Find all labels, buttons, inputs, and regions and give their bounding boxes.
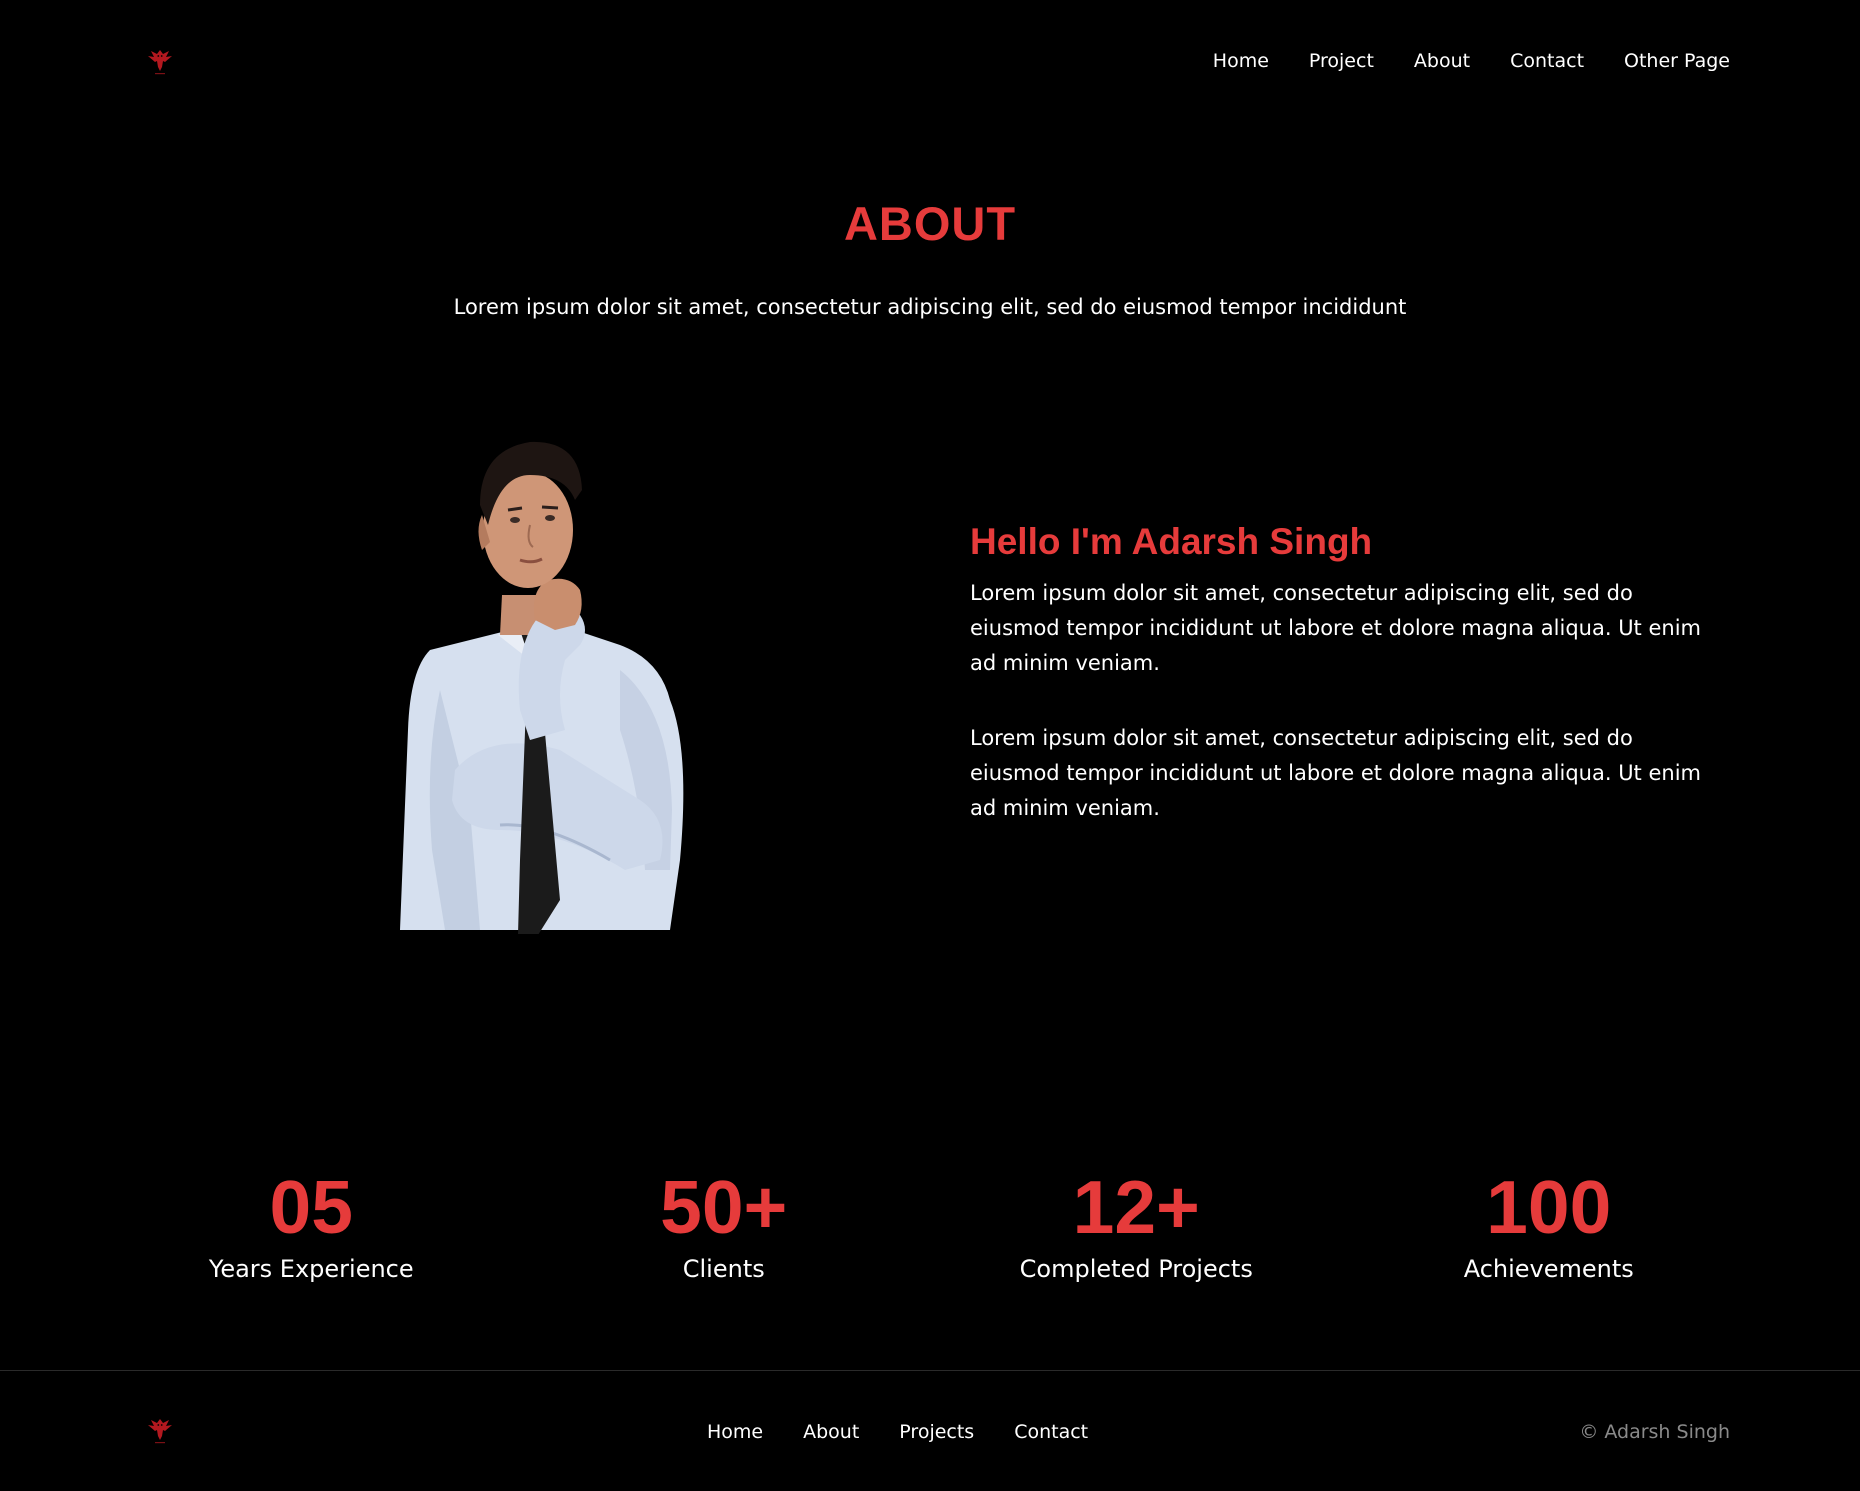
about-subtitle: Lorem ipsum dolor sit amet, consectetur … (453, 295, 1407, 319)
stat-label: Years Experience (208, 1255, 414, 1283)
copyright-text: © Adarsh Singh (1579, 1421, 1730, 1443)
nav-contact[interactable]: Contact (1510, 50, 1584, 72)
nav-other-page[interactable]: Other Page (1624, 50, 1730, 72)
portrait-image (370, 430, 700, 934)
site-footer: Home About Projects Contact © Adarsh Sin… (0, 1370, 1860, 1491)
stat-label: Achievements (1463, 1255, 1634, 1283)
eagle-logo-icon (148, 50, 172, 75)
eagle-logo-icon (148, 1419, 172, 1444)
stat-achievements: 100 Achievements (1343, 1165, 1756, 1287)
stats-section: 05 Years Experience 50+ Clients 12+ Comp… (105, 1165, 1755, 1287)
nav-home[interactable]: Home (1213, 50, 1269, 72)
about-title: ABOUT (843, 197, 1017, 250)
footer-nav-home[interactable]: Home (707, 1421, 763, 1443)
stat-value: 100 (1486, 1165, 1612, 1249)
stat-value: 50+ (660, 1165, 788, 1249)
site-header: Home Project About Contact Other Page (0, 0, 1860, 122)
stat-label: Completed Projects (1019, 1255, 1253, 1283)
stat-clients: 50+ Clients (518, 1165, 931, 1287)
footer-nav-projects[interactable]: Projects (899, 1421, 974, 1443)
footer-nav-about[interactable]: About (803, 1421, 859, 1443)
bio-heading: Hello I'm Adarsh Singh (970, 521, 1373, 562)
nav-project[interactable]: Project (1309, 50, 1374, 72)
nav-about[interactable]: About (1414, 50, 1470, 72)
stat-value: 05 (269, 1165, 353, 1249)
header-logo[interactable] (146, 46, 174, 76)
stat-completed-projects: 12+ Completed Projects (930, 1165, 1343, 1287)
bio-paragraph: Lorem ipsum dolor sit amet, consectetur … (970, 726, 1701, 820)
stat-value: 12+ (1072, 1165, 1200, 1249)
main-nav: Home Project About Contact Other Page (1213, 47, 1730, 75)
page: Home Project About Contact Other Page AB… (0, 0, 1860, 1491)
footer-logo[interactable] (146, 1415, 174, 1445)
stat-label: Clients (682, 1255, 765, 1283)
bio-paragraph: Lorem ipsum dolor sit amet, consectetur … (970, 581, 1701, 675)
bio-section: Hello I'm Adarsh Singh Lorem ipsum dolor… (970, 518, 1715, 866)
footer-nav-contact[interactable]: Contact (1014, 1421, 1088, 1443)
stat-years-experience: 05 Years Experience (105, 1165, 518, 1287)
footer-nav: Home About Projects Contact (707, 1418, 1088, 1446)
